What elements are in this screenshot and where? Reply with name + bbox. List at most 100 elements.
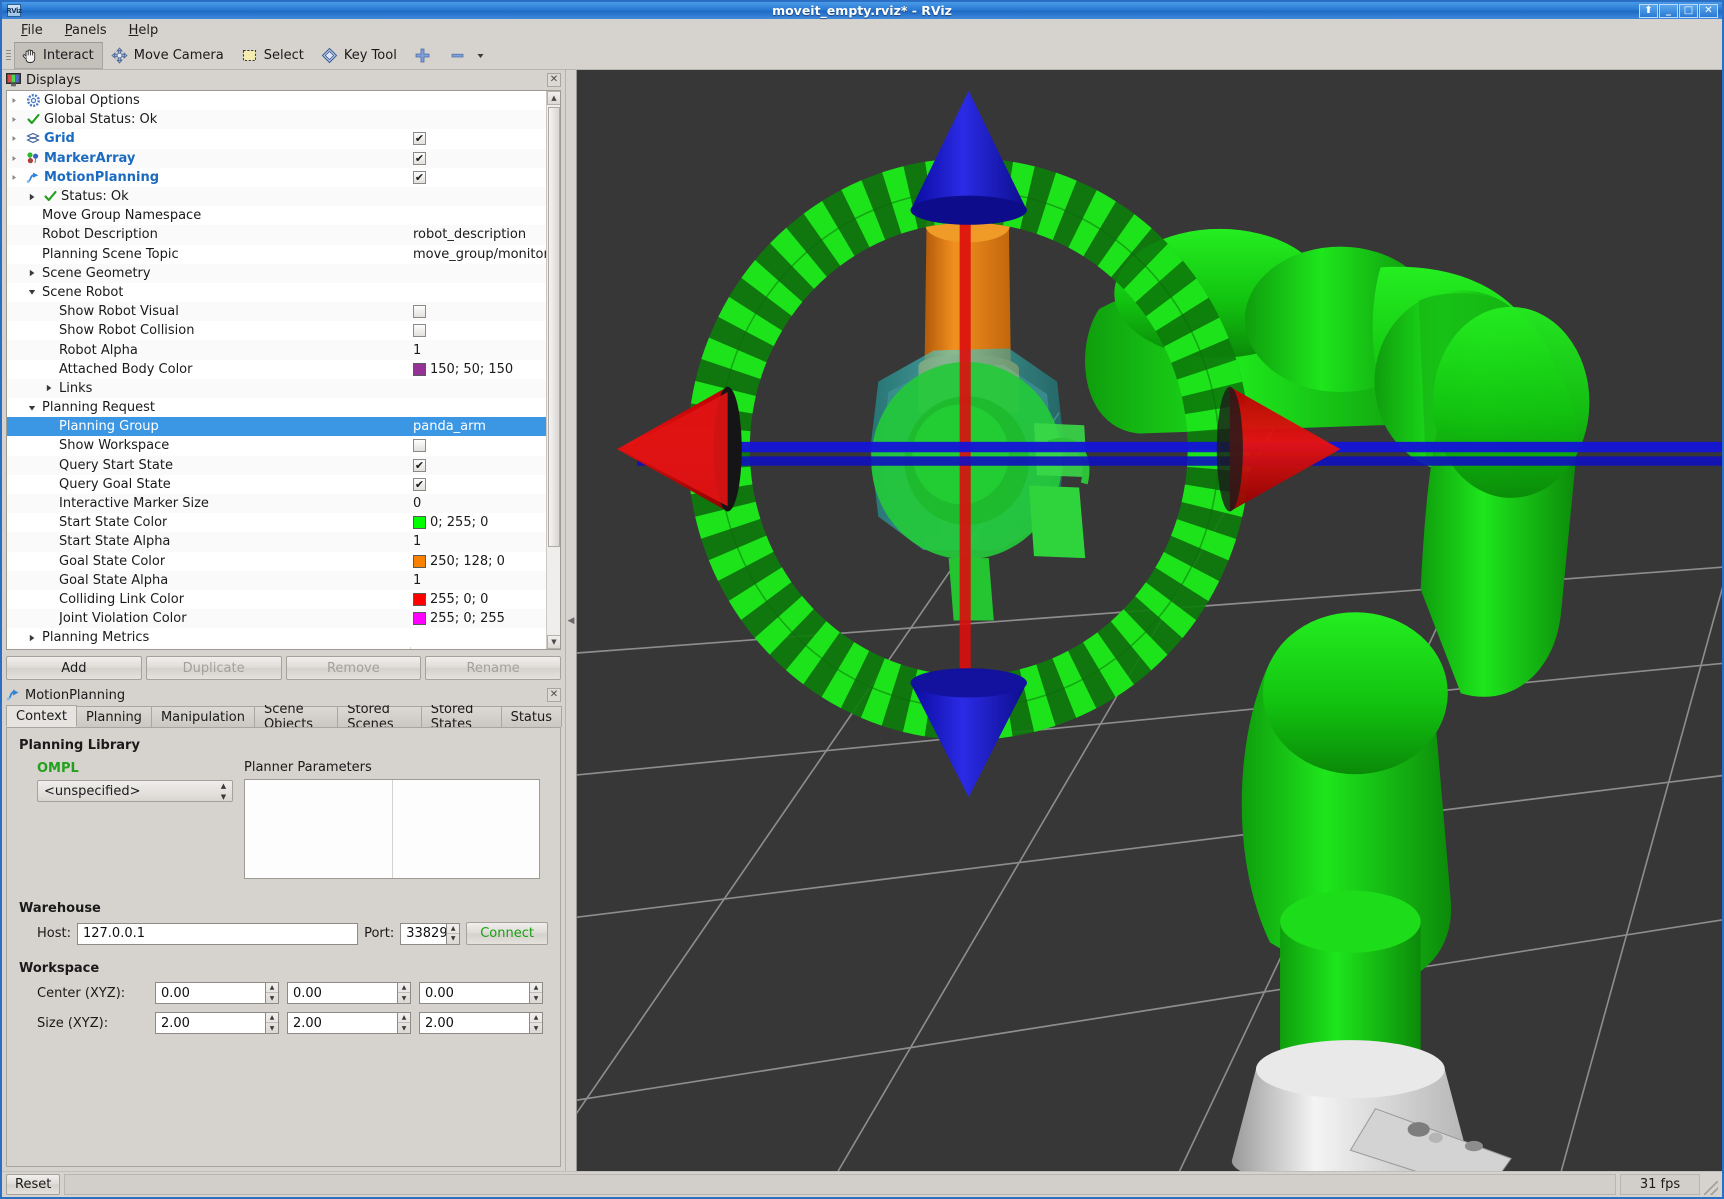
- display-row-checkbox[interactable]: [413, 324, 426, 338]
- display-row-scene-geometry[interactable]: Scene Geometry: [7, 263, 546, 283]
- display-row-goal-state-alpha[interactable]: Goal State Alpha 1: [7, 570, 546, 590]
- tab-manipulation[interactable]: Manipulation: [150, 706, 255, 727]
- display-row-value-cell[interactable]: [410, 324, 546, 338]
- displays-close-button[interactable]: ✕: [547, 73, 561, 87]
- display-row-value-cell[interactable]: panda_arm: [410, 419, 546, 434]
- display-row-planning-scene-topic[interactable]: Planning Scene Topic move_group/monitored…: [7, 244, 546, 264]
- display-row-query-goal-state[interactable]: Query Goal State ✔: [7, 474, 546, 494]
- center-z-stepper[interactable]: 0.00 ▲ ▼: [419, 982, 543, 1004]
- view-splitter-handle[interactable]: ◀: [566, 70, 576, 1171]
- rename-display-button[interactable]: Rename: [425, 656, 561, 680]
- display-row-checkbox[interactable]: ✔: [413, 477, 426, 491]
- color-swatch[interactable]: [413, 612, 426, 626]
- display-row-value-cell[interactable]: ✔: [410, 458, 546, 472]
- tool-interact[interactable]: Interact: [14, 41, 103, 69]
- menu-file[interactable]: File: [10, 21, 54, 40]
- reset-button[interactable]: Reset: [6, 1174, 61, 1195]
- center-x-stepper-buttons[interactable]: ▲ ▼: [265, 982, 279, 1004]
- tab-status[interactable]: Status: [500, 706, 562, 727]
- disclosure-dot-icon[interactable]: [11, 155, 25, 162]
- color-swatch[interactable]: [413, 516, 426, 530]
- disclosure-down-icon[interactable]: [28, 288, 42, 296]
- port-input[interactable]: 33829: [400, 922, 448, 945]
- size-x-input[interactable]: 2.00: [155, 1012, 265, 1034]
- display-row-start-state-color[interactable]: Start State Color 0; 255; 0: [7, 513, 546, 533]
- display-row-value-cell[interactable]: 1: [410, 343, 546, 358]
- tab-context[interactable]: Context: [6, 705, 77, 727]
- port-stepper-buttons[interactable]: ▲ ▼: [446, 922, 461, 945]
- port-stepper[interactable]: 33829 ▲ ▼: [400, 922, 461, 945]
- display-row-checkbox[interactable]: ✔: [413, 170, 426, 184]
- display-row-show-robot-collision[interactable]: Show Robot Collision: [7, 321, 546, 341]
- tab-stored-states[interactable]: Stored States: [420, 702, 502, 732]
- motionplanning-close-button[interactable]: ✕: [547, 688, 561, 702]
- display-row-interactive-marker-size[interactable]: Interactive Marker Size 0: [7, 493, 546, 514]
- center-x-stepper[interactable]: 0.00 ▲ ▼: [155, 982, 279, 1004]
- display-row-colliding-link-color[interactable]: Colliding Link Color 255; 0; 0: [7, 589, 546, 610]
- disclosure-right-icon[interactable]: [28, 193, 42, 201]
- color-swatch[interactable]: [413, 362, 426, 376]
- disclosure-dot-icon[interactable]: [11, 135, 25, 142]
- center-y-stepper[interactable]: 0.00 ▲ ▼: [287, 982, 411, 1004]
- display-row-value-cell[interactable]: ✔: [410, 170, 546, 184]
- size-y-stepper[interactable]: 2.00 ▲ ▼: [287, 1012, 411, 1034]
- connect-button[interactable]: Connect: [466, 922, 548, 945]
- disclosure-dot-icon[interactable]: [11, 116, 25, 123]
- host-input[interactable]: 127.0.0.1: [76, 922, 359, 945]
- display-row-value-cell[interactable]: 0: [410, 496, 546, 511]
- display-row-value-cell[interactable]: 250; 128; 0: [410, 554, 546, 569]
- display-row-value-cell[interactable]: ✔: [410, 132, 546, 146]
- size-y-input[interactable]: 2.00: [287, 1012, 397, 1034]
- display-row-scene-robot[interactable]: Scene Robot: [7, 282, 546, 303]
- menu-panels[interactable]: Panels: [54, 21, 118, 40]
- display-row-value-cell[interactable]: 1: [410, 534, 546, 549]
- tool-remove[interactable]: [443, 42, 499, 69]
- planner-parameters-table[interactable]: [244, 779, 540, 879]
- display-row-value-cell[interactable]: 255; 0; 0: [410, 592, 546, 607]
- add-display-button[interactable]: Add: [6, 656, 142, 680]
- center-x-input[interactable]: 0.00: [155, 982, 265, 1004]
- color-swatch[interactable]: [413, 554, 426, 568]
- display-row-value-cell[interactable]: 0; 255; 0: [410, 515, 546, 530]
- center-z-input[interactable]: 0.00: [419, 982, 529, 1004]
- display-row-global-status-ok[interactable]: Global Status: Ok: [7, 110, 546, 130]
- tool-key-tool[interactable]: Key Tool: [315, 42, 406, 69]
- display-row-robot-alpha[interactable]: Robot Alpha 1: [7, 340, 546, 360]
- displays-tree[interactable]: Global Options Global Status: Ok Grid ✔ Mark…: [7, 91, 546, 649]
- display-row-value-cell[interactable]: 1: [410, 573, 546, 588]
- display-row-show-workspace[interactable]: Show Workspace: [7, 436, 546, 456]
- color-swatch[interactable]: [413, 592, 426, 606]
- display-row-value-cell[interactable]: [410, 439, 546, 453]
- disclosure-right-icon[interactable]: [45, 384, 59, 392]
- center-y-input[interactable]: 0.00: [287, 982, 397, 1004]
- center-y-stepper-buttons[interactable]: ▲ ▼: [397, 982, 411, 1004]
- display-row-value-cell[interactable]: 255; 0; 255: [410, 611, 546, 626]
- close-button[interactable]: ✕: [1699, 3, 1718, 18]
- center-z-stepper-buttons[interactable]: ▲ ▼: [529, 982, 543, 1004]
- display-row-links[interactable]: Links: [7, 378, 546, 398]
- display-row-robot-description[interactable]: Robot Description robot_description: [7, 225, 546, 245]
- tab-stored-scenes[interactable]: Stored Scenes: [337, 702, 422, 732]
- remove-display-button[interactable]: Remove: [285, 656, 422, 680]
- display-row-attached-body-color[interactable]: Attached Body Color 150; 50; 150: [7, 359, 546, 379]
- display-row-grid[interactable]: Grid ✔: [7, 129, 546, 149]
- display-row-value-cell[interactable]: 150; 50; 150: [410, 362, 546, 377]
- minimize-button[interactable]: _: [1659, 3, 1678, 18]
- maximize-button[interactable]: □: [1679, 3, 1698, 18]
- tool-select[interactable]: Select: [235, 42, 313, 69]
- rviz-3d-view[interactable]: [576, 70, 1722, 1171]
- size-z-stepper-buttons[interactable]: ▲ ▼: [529, 1012, 543, 1034]
- display-row-global-options[interactable]: Global Options: [7, 91, 546, 111]
- size-x-stepper-buttons[interactable]: ▲ ▼: [265, 1012, 279, 1034]
- display-row-joint-violation-color[interactable]: Joint Violation Color 255; 0; 255: [7, 609, 546, 629]
- chevron-down-icon[interactable]: [472, 46, 490, 64]
- display-row-checkbox[interactable]: ✔: [413, 132, 426, 146]
- display-row-checkbox[interactable]: ✔: [413, 458, 426, 472]
- disclosure-right-icon[interactable]: [28, 269, 42, 277]
- display-row-checkbox[interactable]: [413, 305, 426, 319]
- display-row-status-ok[interactable]: Status: Ok: [7, 186, 546, 207]
- display-row-planning-group[interactable]: Planning Group panda_arm: [7, 417, 546, 437]
- scroll-down-arrow[interactable]: ▼: [547, 635, 560, 649]
- size-z-stepper[interactable]: 2.00 ▲ ▼: [419, 1012, 543, 1034]
- tool-add[interactable]: [408, 42, 441, 69]
